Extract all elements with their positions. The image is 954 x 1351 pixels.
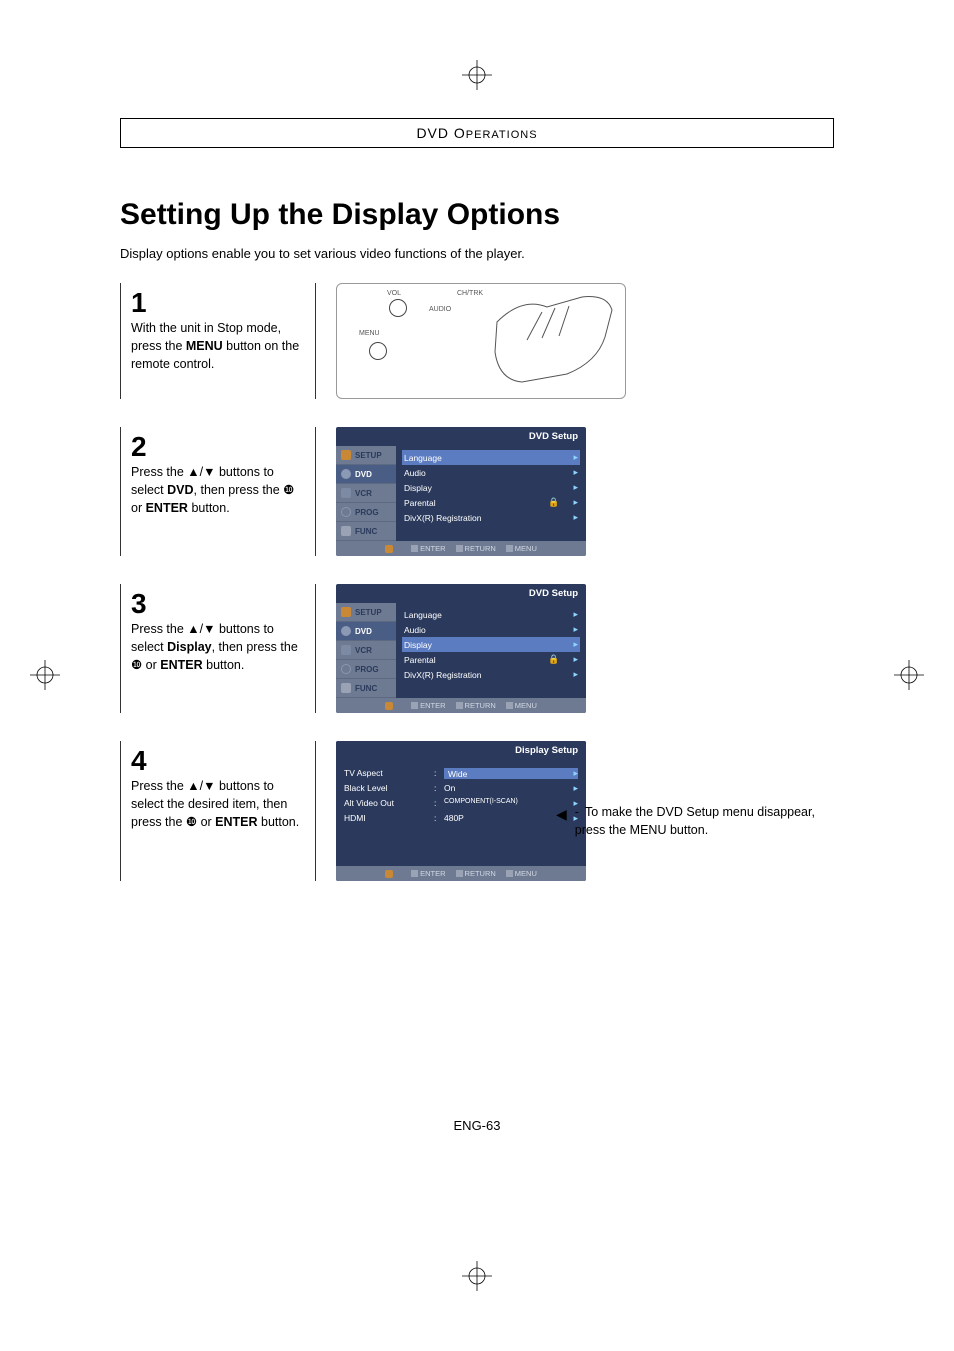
osd-item-divx: DivX(R) Registration▸ xyxy=(402,667,580,682)
remote-illustration: VOL CH/TRK AUDIO MENU xyxy=(336,283,626,399)
step-2: 2 Press the ▲/▼ buttons to select DVD, t… xyxy=(120,427,834,556)
osd-tab-func: FUNC xyxy=(336,522,396,541)
osd-tab-vcr: VCR xyxy=(336,484,396,503)
ds-row-tv-aspect: TV Aspect: Wide▸ xyxy=(344,766,578,781)
osd-footer: ENTER RETURN MENU xyxy=(336,541,586,556)
chevron-right-icon: ▸ xyxy=(573,768,578,779)
registration-mark-icon xyxy=(894,660,924,690)
registration-mark-icon xyxy=(462,60,492,90)
step-description: With the unit in Stop mode, press the ME… xyxy=(131,319,305,373)
chevron-right-icon: ▸ xyxy=(573,783,578,794)
section-header-prefix: DVD O xyxy=(416,125,465,141)
osd-sidebar: SETUP DVD VCR PROG FUNC xyxy=(336,446,396,541)
chevron-right-icon: ▸ xyxy=(573,624,578,635)
osd-title: DVD Setup xyxy=(336,427,586,446)
note: ◀ -To make the DVD Setup menu disappear,… xyxy=(556,804,834,839)
intro-text: Display options enable you to set variou… xyxy=(120,246,834,261)
osd-item-language: Language▸ xyxy=(402,450,580,465)
osd-tab-prog: PROG xyxy=(336,660,396,679)
osd-tab-setup: SETUP xyxy=(336,603,396,622)
chevron-right-icon: ▸ xyxy=(573,497,578,507)
chevron-right-icon: ▸ xyxy=(573,639,578,650)
osd-tab-dvd: DVD xyxy=(336,465,396,484)
osd-footer: ENTER RETURN MENU xyxy=(336,698,586,713)
osd-dvd-setup: DVD Setup SETUP DVD VCR PROG FUNC Langua… xyxy=(336,427,586,556)
osd-dvd-setup-display: DVD Setup SETUP DVD VCR PROG FUNC Langua… xyxy=(336,584,586,713)
step-description: Press the ▲/▼ buttons to select Display,… xyxy=(131,620,305,674)
osd-item-display: Display▸ xyxy=(402,637,580,652)
step-number: 4 xyxy=(131,747,305,775)
osd-tab-prog: PROG xyxy=(336,503,396,522)
chevron-right-icon: ▸ xyxy=(573,654,578,664)
osd-footer: ENTER RETURN MENU xyxy=(336,866,586,881)
gear-icon xyxy=(341,607,351,617)
chevron-right-icon: ▸ xyxy=(573,669,578,680)
ds-row-hdmi: HDMI: 480P▸ xyxy=(344,811,578,826)
chevron-right-icon: ▸ xyxy=(573,609,578,620)
step-number: 2 xyxy=(131,433,305,461)
chevron-right-icon: ▸ xyxy=(573,467,578,478)
osd-item-audio: Audio▸ xyxy=(402,622,580,637)
lock-icon: 🔒 xyxy=(548,654,559,664)
chevron-right-icon: ▸ xyxy=(573,482,578,493)
step-1: 1 With the unit in Stop mode, press the … xyxy=(120,283,834,399)
clock-icon xyxy=(341,507,351,517)
footer-icon xyxy=(385,702,393,710)
tape-icon xyxy=(341,645,351,655)
section-header-suffix: PERATIONS xyxy=(466,129,538,141)
disc-icon xyxy=(341,469,351,479)
osd-item-display: Display▸ xyxy=(402,480,580,495)
osd-tab-func: FUNC xyxy=(336,679,396,698)
ds-row-alt-video: Alt Video Out: COMPONENT(I-SCAN)▸ xyxy=(344,796,578,811)
osd-title: DVD Setup xyxy=(336,584,586,603)
osd-item-audio: Audio▸ xyxy=(402,465,580,480)
registration-mark-icon xyxy=(462,1261,492,1291)
note-text: To make the DVD Setup menu disappear, pr… xyxy=(575,805,815,837)
osd-title: Display Setup xyxy=(336,741,586,760)
step-description: Press the ▲/▼ buttons to select DVD, the… xyxy=(131,463,305,517)
osd-item-language: Language▸ xyxy=(402,607,580,622)
section-header: DVD OPERATIONS xyxy=(120,118,834,148)
chevron-right-icon: ▸ xyxy=(573,452,578,463)
osd-tab-dvd: DVD xyxy=(336,622,396,641)
hand-icon xyxy=(487,292,617,388)
mute-icon xyxy=(389,299,407,317)
step-number: 3 xyxy=(131,590,305,618)
menu-button-icon xyxy=(369,342,387,360)
osd-item-parental: Parental🔒▸ xyxy=(402,495,580,510)
page-title: Setting Up the Display Options xyxy=(120,198,834,232)
clock-icon xyxy=(341,664,351,674)
step-3: 3 Press the ▲/▼ buttons to select Displa… xyxy=(120,584,834,713)
osd-item-parental: Parental🔒▸ xyxy=(402,652,580,667)
osd-sidebar: SETUP DVD VCR PROG FUNC xyxy=(336,603,396,698)
registration-mark-icon xyxy=(30,660,60,690)
osd-display-setup: Display Setup TV Aspect: Wide▸ Black Lev… xyxy=(336,741,586,881)
osd-tab-setup: SETUP xyxy=(336,446,396,465)
ds-row-black-level: Black Level: On▸ xyxy=(344,781,578,796)
func-icon xyxy=(341,526,351,536)
page-number: ENG-63 xyxy=(454,1118,501,1133)
tape-icon xyxy=(341,488,351,498)
disc-icon xyxy=(341,626,351,636)
gear-icon xyxy=(341,450,351,460)
footer-icon xyxy=(385,545,393,553)
osd-tab-vcr: VCR xyxy=(336,641,396,660)
chevron-right-icon: ▸ xyxy=(573,512,578,523)
footer-icon xyxy=(385,870,393,878)
func-icon xyxy=(341,683,351,693)
step-description: Press the ▲/▼ buttons to select the desi… xyxy=(131,777,305,831)
lock-icon: 🔒 xyxy=(548,497,559,507)
step-number: 1 xyxy=(131,289,305,317)
osd-item-divx: DivX(R) Registration▸ xyxy=(402,510,580,525)
left-arrow-icon: ◀ xyxy=(556,805,567,825)
